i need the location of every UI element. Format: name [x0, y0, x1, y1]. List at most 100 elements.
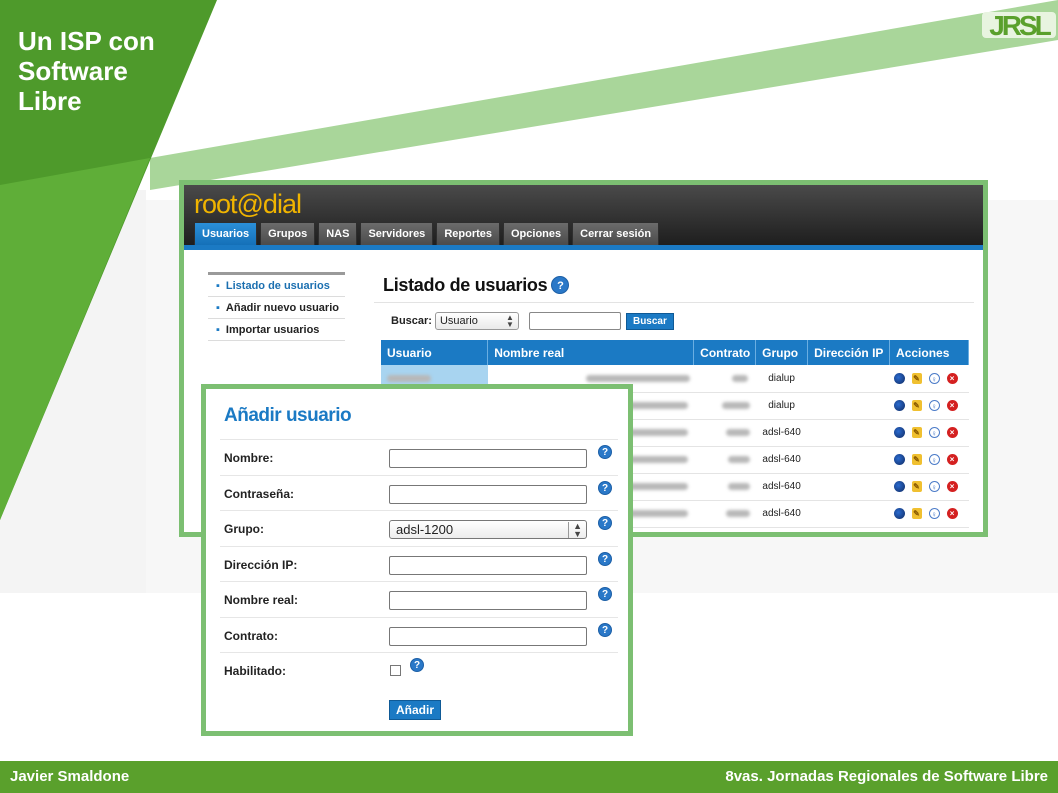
bullet-icon: ▪ [216, 324, 220, 336]
help-icon[interactable]: ? [598, 587, 612, 601]
cell-acciones: ✎ ♀ × [889, 419, 969, 447]
form-row-nombre: Nombre: ? [220, 439, 618, 475]
grupo-select[interactable]: adsl-1200 ▲ ▼ [389, 520, 587, 539]
search-field-value: Usuario [439, 315, 478, 327]
col-grupo[interactable]: Grupo [755, 340, 809, 365]
col-contrato[interactable]: Contrato [693, 340, 757, 365]
search-bar: Buscar: Usuario ▲ ▼ Buscar [391, 312, 674, 330]
col-direccion-ip[interactable]: Dirección IP [807, 340, 891, 365]
user-icon[interactable] [893, 400, 905, 411]
edit-icon[interactable]: ✎ [911, 481, 922, 492]
user-icon[interactable] [893, 481, 905, 492]
help-icon[interactable]: ? [598, 551, 612, 566]
delete-icon[interactable]: × [946, 454, 958, 465]
delete-icon[interactable]: × [946, 508, 958, 519]
lightbulb-icon[interactable]: ♀ [928, 454, 940, 465]
help-icon[interactable]: ? [410, 658, 424, 672]
tab-grupos[interactable]: Grupos [260, 222, 316, 245]
footer-author: Javier Smaldone [10, 768, 130, 785]
redacted-text [731, 374, 748, 382]
user-icon[interactable] [893, 508, 905, 519]
habilitado-label: Habilitado: [224, 664, 286, 678]
anadir-button[interactable]: Añadir [389, 700, 442, 720]
header-bar [184, 245, 983, 250]
lightbulb-icon[interactable]: ♀ [928, 372, 940, 384]
sidebar-item-label: Listado de usuarios [225, 280, 330, 292]
footer-event: 8vas. Jornadas Regionales de Software Li… [725, 768, 1048, 785]
redacted-text [623, 482, 688, 490]
tab-reportes[interactable]: Reportes [436, 222, 500, 245]
cell-grupo: adsl-640 [755, 446, 808, 474]
redacted-text [727, 482, 750, 490]
help-icon[interactable]: ? [598, 445, 612, 459]
select-arrows-icon: ▲ ▼ [568, 522, 582, 539]
lightbulb-icon[interactable]: ♀ [928, 427, 940, 438]
lightbulb-icon[interactable]: ♀ [928, 400, 940, 411]
delete-icon[interactable]: × [946, 400, 958, 411]
slide-title: Un ISP con Software Libre [18, 26, 155, 116]
cell-contrato [693, 473, 756, 501]
redacted-text [727, 455, 750, 463]
help-icon[interactable]: ? [598, 622, 612, 637]
add-user-screenshot: Añadir usuario Nombre: ? Contraseña: ? G… [201, 384, 633, 736]
nombre-input[interactable] [389, 449, 587, 468]
col-nombre-real[interactable]: Nombre real [487, 340, 695, 365]
cell-direccion-ip [807, 392, 890, 420]
redacted-text [585, 374, 690, 382]
slide: Un ISP con Software Libre JRSL root@dial… [0, 0, 1058, 793]
sidebar-item-label: Importar usuarios [225, 324, 320, 336]
col-usuario[interactable]: Usuario [381, 340, 489, 365]
direccion-ip-input[interactable] [389, 555, 587, 575]
nombre-real-input[interactable] [389, 591, 587, 610]
delete-icon[interactable]: × [946, 481, 958, 492]
tab-nas[interactable]: NAS [318, 222, 358, 245]
habilitado-checkbox[interactable] [390, 665, 401, 676]
cell-direccion-ip [807, 419, 890, 447]
bullet-icon: ▪ [216, 280, 220, 292]
help-icon[interactable]: ? [598, 516, 612, 530]
cell-acciones: ✎ ♀ × [889, 365, 969, 393]
cell-direccion-ip [807, 473, 890, 501]
sidebar-item-listado[interactable]: ▪ Listado de usuarios [208, 275, 345, 297]
lightbulb-icon[interactable]: ♀ [928, 481, 940, 492]
form-row-nombre-real: Nombre real: ? [220, 581, 618, 617]
title-divider [374, 302, 974, 303]
tab-usuarios[interactable]: Usuarios [194, 222, 258, 245]
redacted-text [387, 374, 431, 382]
contrato-input[interactable] [389, 626, 587, 646]
tab-cerrar-sesion[interactable]: Cerrar sesión [572, 222, 660, 245]
lightbulb-icon[interactable]: ♀ [928, 508, 940, 519]
app-logo: root@dial [194, 189, 302, 219]
delete-icon[interactable]: × [946, 372, 958, 384]
form-row-habilitado: Habilitado: ? [220, 652, 618, 688]
sidebar-item-anadir[interactable]: ▪ Añadir nuevo usuario [208, 297, 345, 319]
search-button[interactable]: Buscar [625, 312, 674, 330]
cell-grupo: adsl-640 [755, 473, 808, 501]
form-row-contrasena: Contraseña: ? [220, 474, 618, 511]
user-icon[interactable] [893, 427, 905, 438]
cell-acciones: ✎ ♀ × [889, 473, 969, 501]
redacted-text [725, 428, 750, 436]
help-icon[interactable]: ? [551, 276, 570, 294]
edit-icon[interactable]: ✎ [911, 400, 922, 411]
page-title: Listado de usuarios? [383, 275, 570, 296]
search-input[interactable] [528, 312, 621, 330]
edit-icon[interactable]: ✎ [911, 454, 922, 465]
col-acciones: Acciones [889, 340, 969, 365]
form-row-contrato: Contrato: ? [220, 616, 618, 653]
cell-acciones: ✎ ♀ × [889, 392, 969, 420]
edit-icon[interactable]: ✎ [911, 508, 922, 519]
tab-opciones[interactable]: Opciones [503, 222, 570, 245]
help-icon[interactable]: ? [598, 480, 612, 495]
user-icon[interactable] [893, 454, 905, 465]
search-field-select[interactable]: Usuario ▲ ▼ [434, 312, 519, 330]
user-icon[interactable] [893, 372, 905, 384]
sidebar-item-label: Añadir nuevo usuario [225, 302, 339, 314]
contrasena-input[interactable] [389, 484, 587, 504]
edit-icon[interactable]: ✎ [911, 372, 922, 384]
tab-servidores[interactable]: Servidores [360, 222, 434, 245]
sidebar-item-importar[interactable]: ▪ Importar usuarios [208, 319, 345, 341]
edit-icon[interactable]: ✎ [911, 427, 922, 438]
delete-icon[interactable]: × [946, 427, 958, 438]
cell-grupo: adsl-640 [755, 500, 808, 528]
